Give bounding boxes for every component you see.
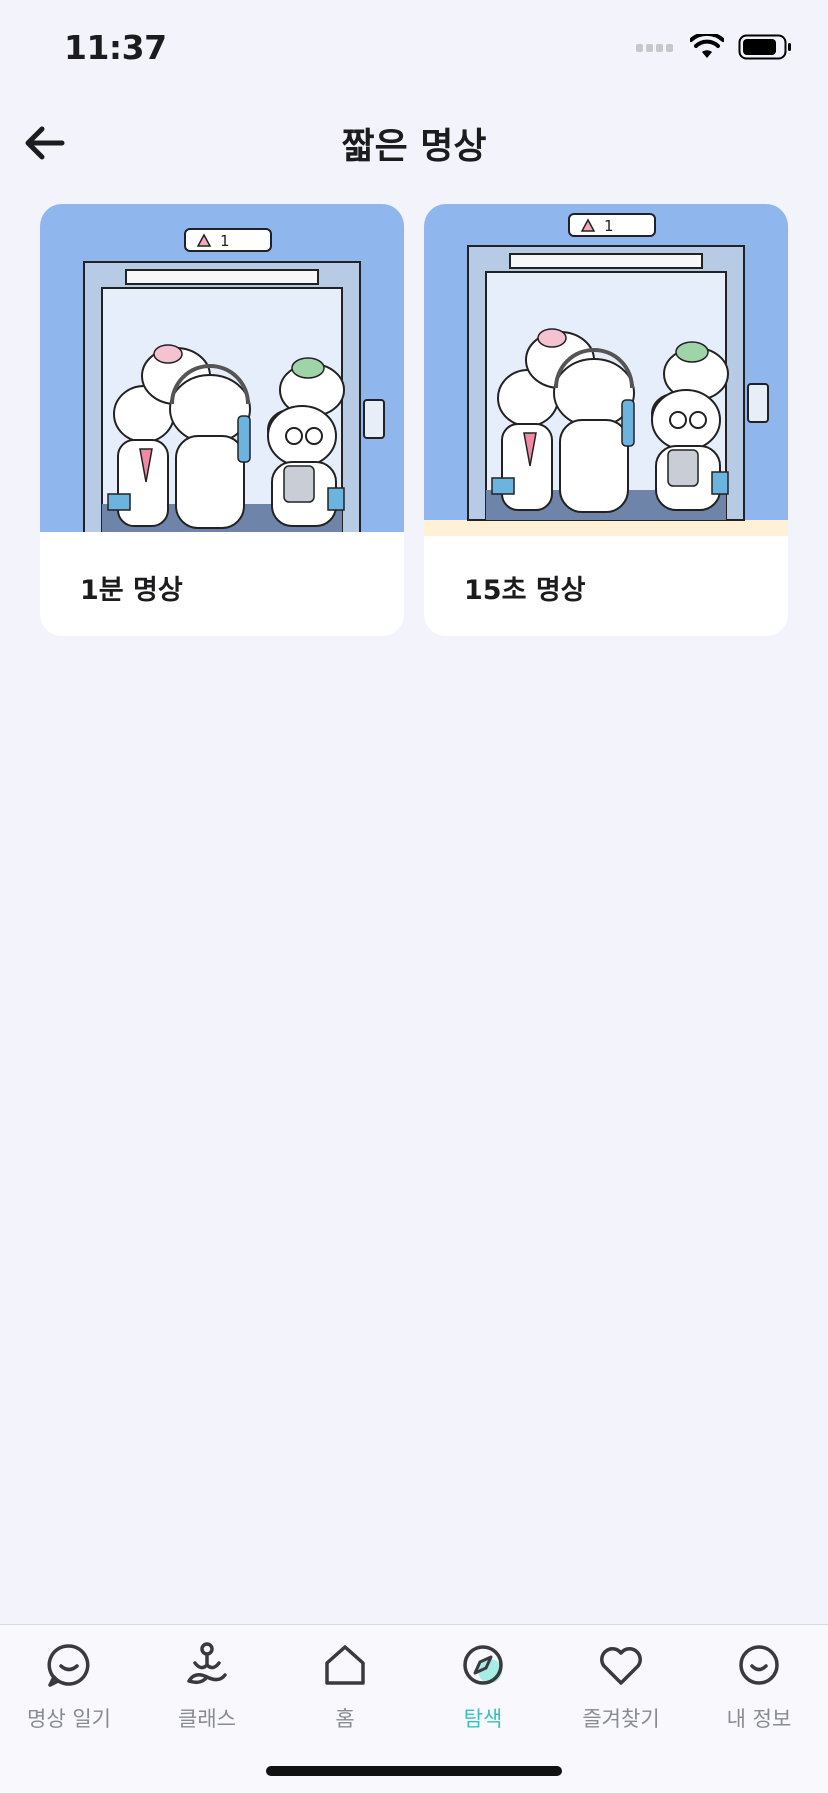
signal-icon (636, 44, 673, 52)
tab-home[interactable]: 홈 (276, 1639, 414, 1749)
tab-class[interactable]: 클래스 (138, 1639, 276, 1749)
meditation-person-icon (187, 1642, 227, 1685)
svg-text:1: 1 (604, 217, 614, 235)
header: 짧은 명상 (0, 105, 828, 177)
smile-icon (739, 1645, 779, 1685)
card-1min-meditation[interactable]: 1 1분 명상 (40, 204, 404, 636)
heart-icon (600, 1647, 642, 1685)
elevator-illustration: 1 (424, 204, 788, 536)
chat-smile-icon (47, 1644, 90, 1687)
tab-label: 내 정보 (726, 1707, 792, 1731)
page-title: 짧은 명상 (341, 126, 487, 167)
tab-my-info[interactable]: 내 정보 (690, 1639, 828, 1749)
status-time: 11:37 (64, 28, 167, 67)
status-bar: 11:37 (0, 0, 828, 100)
home-indicator (266, 1766, 562, 1776)
card-15sec-meditation[interactable]: 1 15초 명상 (424, 204, 788, 636)
battery-icon (738, 34, 791, 60)
tab-explore[interactable]: 탐색 (414, 1639, 552, 1749)
wifi-icon (690, 34, 724, 58)
status-indicators (636, 34, 792, 60)
tab-label: 탐색 (463, 1707, 503, 1731)
tab-favorites[interactable]: 즐겨찾기 (552, 1639, 690, 1749)
tab-meditation-diary[interactable]: 명상 일기 (0, 1639, 138, 1749)
home-icon (325, 1645, 365, 1685)
tab-label: 즐겨찾기 (582, 1707, 660, 1731)
card-title: 1분 명상 (80, 575, 183, 606)
meditation-grid: 1 1분 명상 1 15초 명상 (40, 204, 788, 636)
tab-label: 홈 (335, 1707, 355, 1731)
compass-icon (463, 1645, 503, 1685)
elevator-illustration: 1 (40, 204, 404, 536)
card-title: 15초 명상 (464, 575, 586, 606)
tab-label: 명상 일기 (27, 1707, 111, 1731)
svg-text:1: 1 (220, 232, 230, 250)
tab-label: 클래스 (178, 1707, 236, 1731)
